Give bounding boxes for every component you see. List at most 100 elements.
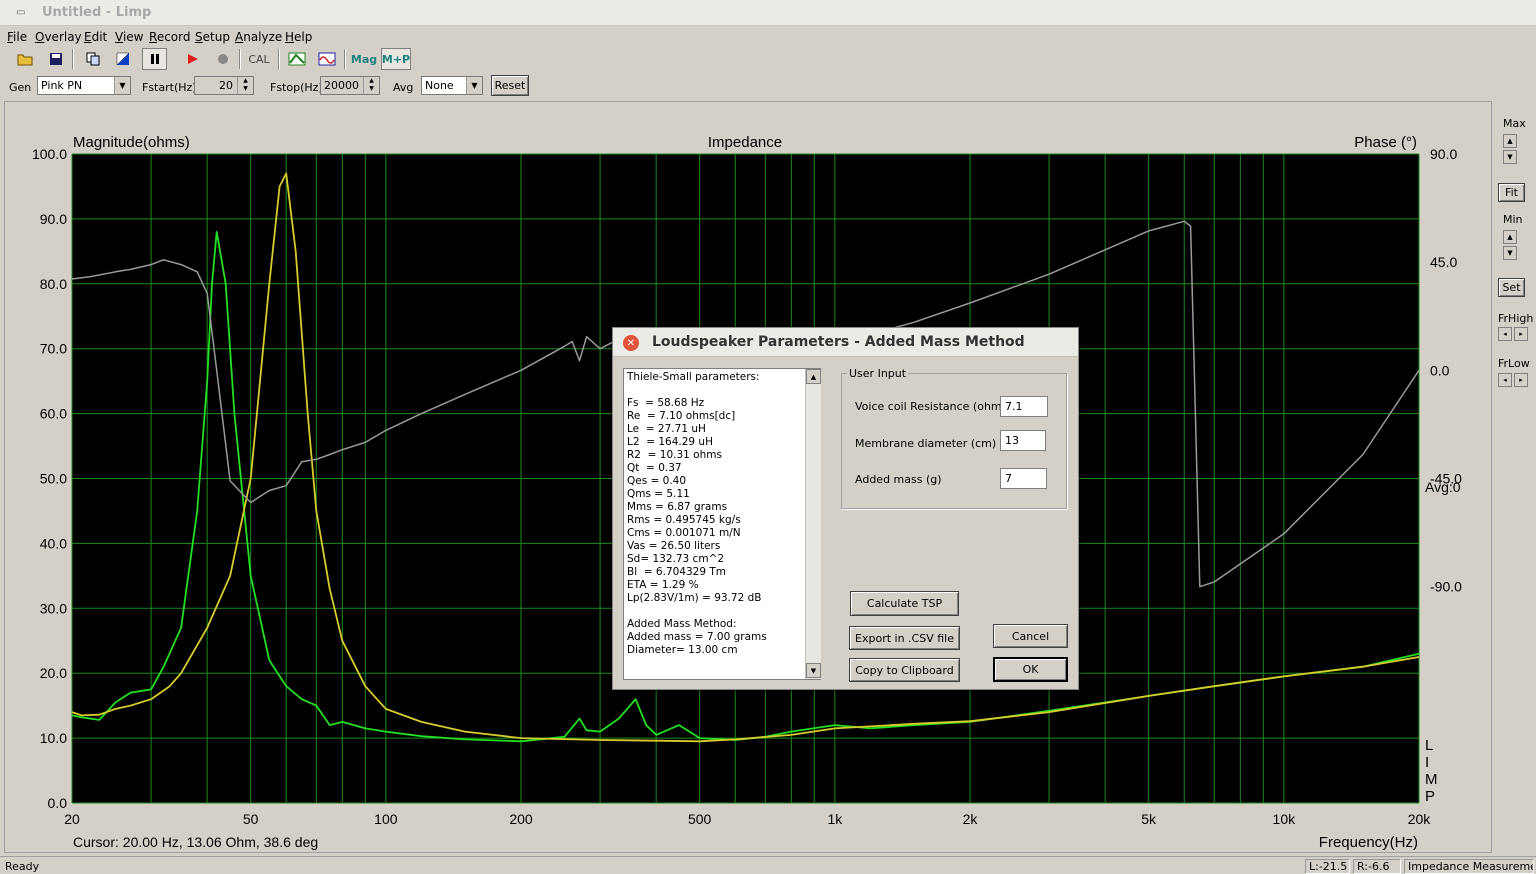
set-button[interactable]: Set bbox=[1498, 278, 1525, 297]
generator-bar: Gen Pink PN ▼ Fstart(Hz) 20 ▲ ▼ Fstop(Hz)… bbox=[0, 73, 1536, 99]
ts-line: Added Mass Method: bbox=[627, 618, 737, 630]
min-label: Min bbox=[1503, 213, 1523, 226]
side-label-letter: L bbox=[1425, 737, 1433, 754]
frlow-label: FrLow bbox=[1498, 357, 1530, 370]
stop-icon[interactable] bbox=[210, 48, 235, 70]
phase-tick-label: 0.0 bbox=[1430, 362, 1450, 378]
added-mass-field[interactable]: 7 bbox=[1000, 468, 1047, 489]
window-menu-icon[interactable]: ▭ bbox=[16, 8, 26, 18]
ts-line: R2 = 10.31 ohms bbox=[627, 449, 722, 461]
y-tick-label: 100.0 bbox=[32, 146, 67, 162]
ts-line: Bl = 6.704329 Tm bbox=[627, 566, 727, 578]
cal-button[interactable]: CAL bbox=[246, 48, 272, 70]
ts-line: Vas = 26.50 liters bbox=[627, 540, 721, 552]
window-title: Untitled - Limp bbox=[42, 5, 152, 20]
y-tick-label: 0.0 bbox=[48, 795, 68, 811]
ts-line: L2 = 164.29 uH bbox=[627, 436, 713, 448]
wave-icon[interactable] bbox=[314, 48, 339, 70]
scroll-up-icon[interactable]: ▲ bbox=[806, 369, 821, 384]
status-left-level: L:-21.5 bbox=[1305, 859, 1350, 874]
calculate-tsp-button[interactable]: Calculate TSP bbox=[850, 591, 959, 616]
chevron-down-icon: ▼ bbox=[466, 77, 482, 94]
ts-line: Diameter= 13.00 cm bbox=[627, 644, 738, 656]
frlow-right-icon[interactable]: ▸ bbox=[1514, 373, 1528, 387]
dialog-title: Loudspeaker Parameters - Added Mass Meth… bbox=[652, 334, 1025, 350]
ts-line bbox=[627, 384, 805, 397]
avg-select[interactable]: None ▼ bbox=[421, 76, 483, 95]
status-mode: Impedance Measurement bbox=[1404, 859, 1534, 874]
ts-line: Cms = 0.001071 m/N bbox=[627, 527, 741, 539]
user-input-legend: User Input bbox=[847, 367, 909, 380]
frhigh-label: FrHigh bbox=[1498, 312, 1534, 325]
menu-analyze[interactable]: Analyze bbox=[235, 30, 282, 44]
ok-button[interactable]: OK bbox=[993, 657, 1068, 682]
cancel-button[interactable]: Cancel bbox=[993, 624, 1068, 648]
scroll-down-icon[interactable]: ▼ bbox=[806, 663, 821, 678]
status-bar: Ready L:-21.5 R:-6.6 Impedance Measureme… bbox=[0, 856, 1536, 874]
close-icon[interactable]: ✕ bbox=[623, 335, 639, 351]
x-axis-label: Frequency(Hz) bbox=[1319, 834, 1418, 851]
export-csv-button[interactable]: Export in .CSV file bbox=[849, 626, 960, 650]
y-tick-label: 50.0 bbox=[40, 471, 67, 487]
x-tick-label: 100 bbox=[374, 811, 398, 827]
color-icon[interactable] bbox=[110, 48, 135, 70]
x-tick-label: 200 bbox=[509, 811, 533, 827]
menu-bar: File Overlay Edit View Record Setup Anal… bbox=[0, 28, 1536, 46]
frlow-left-icon[interactable]: ◂ bbox=[1498, 373, 1512, 387]
phase-tick-label: -90.0 bbox=[1430, 579, 1462, 595]
min-up-icon[interactable]: ▲ bbox=[1503, 230, 1517, 244]
copy-clipboard-button[interactable]: Copy to Clipboard bbox=[849, 658, 960, 682]
gen-label: Gen bbox=[9, 81, 32, 94]
phase-tick-label: 90.0 bbox=[1430, 146, 1457, 162]
avg-label: Avg bbox=[393, 81, 414, 94]
menu-overlay[interactable]: Overlay bbox=[35, 30, 82, 44]
title-bar: ▭ Untitled - Limp bbox=[0, 0, 1536, 26]
mag-button[interactable]: Mag bbox=[350, 48, 378, 70]
ts-line: Re = 7.10 ohms[dc] bbox=[627, 410, 736, 422]
spin-arrows-icon[interactable]: ▲ ▼ bbox=[363, 77, 379, 94]
save-icon[interactable] bbox=[43, 48, 68, 70]
fit-button[interactable]: Fit bbox=[1498, 183, 1525, 202]
max-down-icon[interactable]: ▼ bbox=[1503, 150, 1517, 164]
y-tick-label: 80.0 bbox=[40, 276, 67, 292]
ts-scrollbar[interactable]: ▲ ▼ bbox=[805, 369, 821, 679]
chevron-down-icon: ▼ bbox=[114, 77, 130, 94]
menu-file[interactable]: File bbox=[7, 30, 27, 44]
membrane-diameter-field[interactable]: 13 bbox=[1000, 430, 1046, 451]
left-axis-label: Magnitude(ohms) bbox=[73, 134, 190, 151]
copy-icon[interactable] bbox=[80, 48, 105, 70]
ts-line: ETA = 1.29 % bbox=[627, 579, 699, 591]
menu-record[interactable]: Record bbox=[149, 30, 190, 44]
record-icon[interactable] bbox=[180, 48, 205, 70]
cursor-readout: Cursor: 20.00 Hz, 13.06 Ohm, 38.6 deg bbox=[73, 834, 318, 850]
open-folder-icon[interactable] bbox=[12, 48, 37, 70]
frhigh-right-icon[interactable]: ▸ bbox=[1514, 327, 1528, 341]
max-up-icon[interactable]: ▲ bbox=[1503, 134, 1517, 148]
reset-button[interactable]: Reset bbox=[491, 75, 529, 96]
fstop-value: 20000 bbox=[324, 79, 359, 92]
fstop-spinner[interactable]: 20000 ▲ ▼ bbox=[320, 76, 380, 95]
ts-parameters-textbox[interactable]: Thiele-Small parameters: Fs = 58.68 Hz Re… bbox=[623, 368, 821, 680]
menu-help[interactable]: Help bbox=[285, 30, 312, 44]
impedance-icon[interactable] bbox=[284, 48, 309, 70]
menu-setup[interactable]: Setup bbox=[195, 30, 230, 44]
menu-edit[interactable]: Edit bbox=[84, 30, 107, 44]
ts-parameters-text: Thiele-Small parameters: Fs = 58.68 Hz Re… bbox=[627, 371, 805, 657]
vc-resistance-field[interactable]: 7.1 bbox=[1000, 396, 1048, 417]
ts-line: Mms = 6.87 grams bbox=[627, 501, 728, 513]
menu-view[interactable]: View bbox=[115, 30, 143, 44]
y-tick-label: 20.0 bbox=[40, 665, 67, 681]
min-down-icon[interactable]: ▼ bbox=[1503, 246, 1517, 260]
x-tick-label: 500 bbox=[688, 811, 712, 827]
phase-tick-label: 45.0 bbox=[1430, 254, 1457, 270]
mag-phase-button[interactable]: M+P bbox=[381, 48, 411, 70]
frhigh-left-icon[interactable]: ◂ bbox=[1498, 327, 1512, 341]
fstart-spinner[interactable]: 20 ▲ ▼ bbox=[194, 76, 254, 95]
y-tick-label: 70.0 bbox=[40, 341, 67, 357]
pause-icon[interactable] bbox=[142, 48, 167, 70]
gen-select[interactable]: Pink PN ▼ bbox=[37, 76, 131, 95]
fstart-label: Fstart(Hz) bbox=[142, 81, 197, 94]
x-tick-label: 20 bbox=[64, 811, 80, 827]
membrane-diameter-label: Membrane diameter (cm) bbox=[855, 437, 997, 450]
spin-arrows-icon[interactable]: ▲ ▼ bbox=[237, 77, 253, 94]
